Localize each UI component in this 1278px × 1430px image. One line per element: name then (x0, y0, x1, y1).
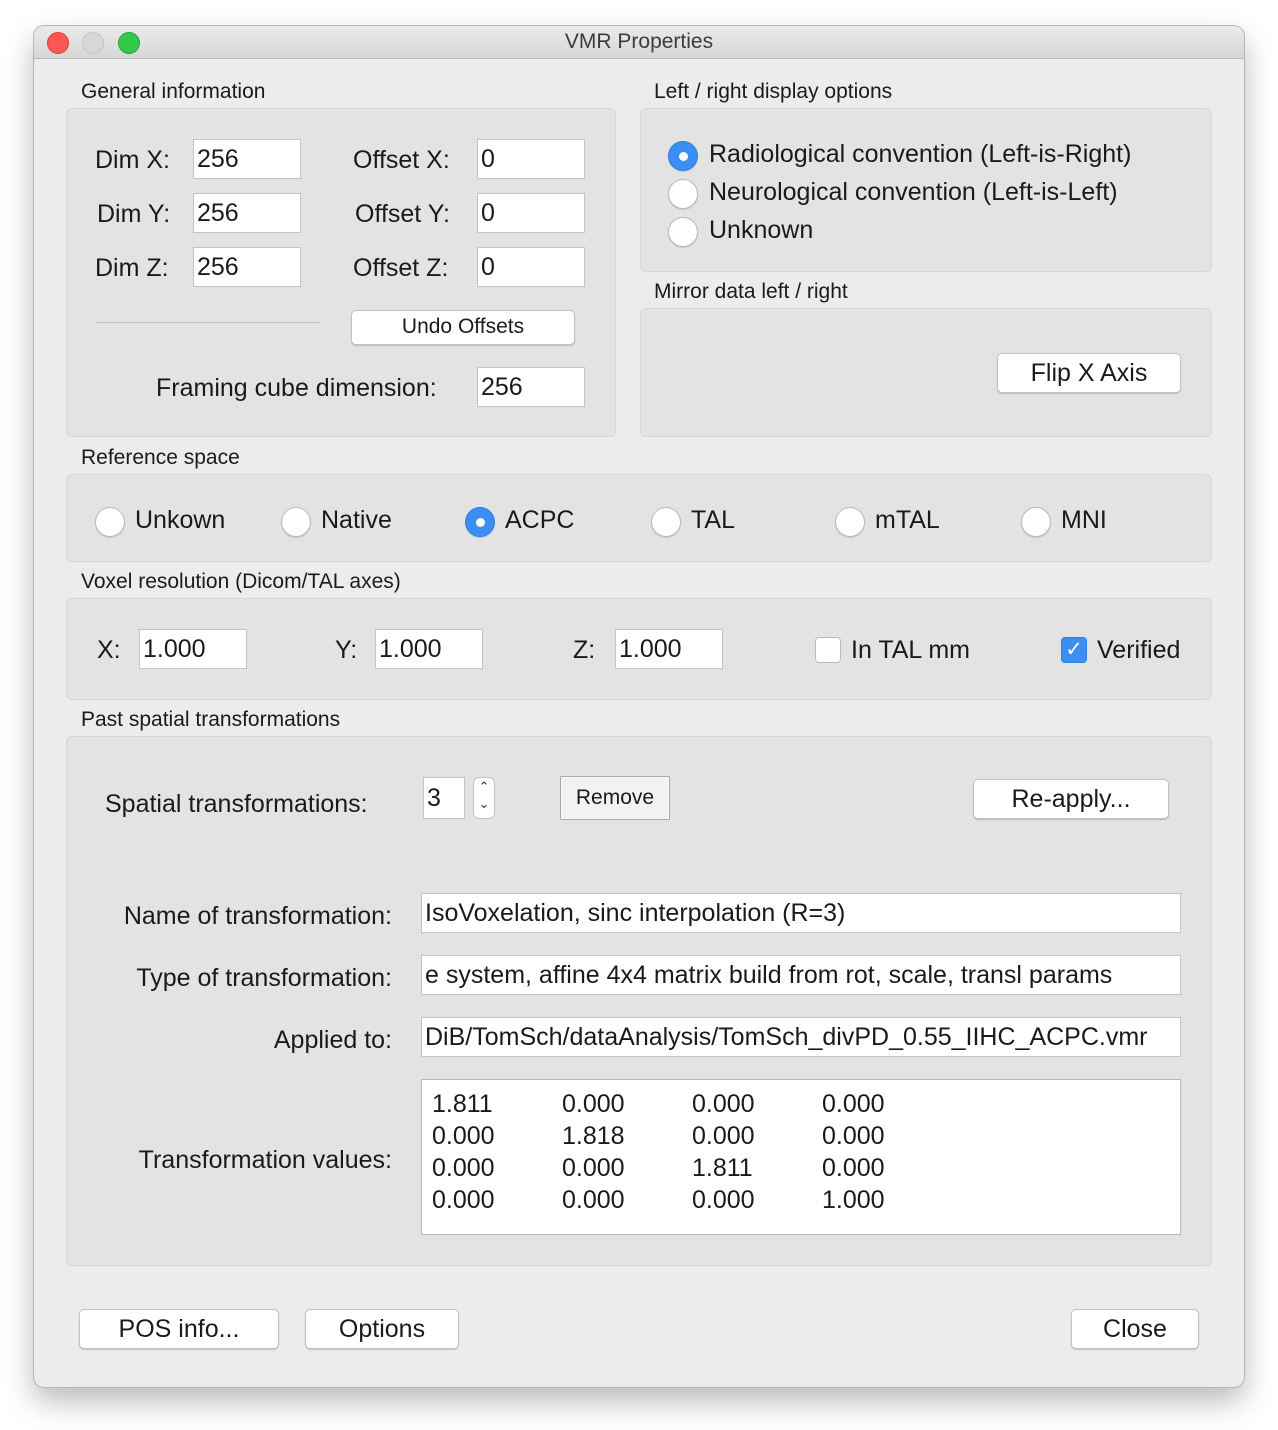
radiological-label[interactable]: Radiological convention (Left-is-Right) (709, 140, 1131, 169)
ref-acpc-label[interactable]: ACPC (505, 506, 574, 535)
matrix-cell: 1.000 (822, 1186, 885, 1214)
voxel-x-label: X: (97, 636, 121, 664)
ref-acpc-radio[interactable] (465, 507, 495, 537)
general-information-heading: General information (81, 80, 266, 103)
in-tal-mm-label[interactable]: In TAL mm (851, 636, 970, 665)
count-stepper[interactable]: ⌃ ⌄ (473, 777, 495, 819)
neurological-radio[interactable] (668, 179, 698, 209)
ref-unkown-radio[interactable] (95, 507, 125, 537)
name-of-transformation-field[interactable]: IsoVoxelation, sinc interpolation (R=3) (421, 893, 1181, 933)
matrix-cell: 0.000 (562, 1090, 625, 1118)
dim-x-label: Dim X: (95, 146, 170, 174)
remove-button[interactable]: Remove (560, 776, 670, 820)
spatial-transformations-label: Spatial transformations: (105, 790, 368, 818)
past-transformations-heading: Past spatial transformations (81, 708, 341, 731)
offset-x-label: Offset X: (353, 146, 450, 174)
offset-x-field[interactable]: 0 (477, 139, 585, 179)
applied-to-field[interactable]: DiB/TomSch/dataAnalysis/TomSch_divPD_0.5… (421, 1017, 1181, 1057)
matrix-cell: 0.000 (822, 1154, 885, 1182)
offset-y-label: Offset Y: (355, 200, 450, 228)
matrix-cell: 1.811 (432, 1090, 493, 1118)
stepper-up-icon[interactable]: ⌃ (474, 778, 494, 795)
type-of-transformation-label: Type of transformation: (136, 964, 392, 992)
close-button[interactable]: Close (1071, 1309, 1199, 1349)
dim-z-label: Dim Z: (95, 254, 169, 282)
dim-x-field[interactable]: 256 (193, 139, 301, 179)
unknown-convention-label[interactable]: Unknown (709, 216, 813, 245)
verified-checkbox[interactable]: ✓ (1061, 637, 1087, 663)
transformation-values-matrix[interactable]: 1.811 0.000 0.000 0.000 0.000 1.818 0.00… (421, 1079, 1181, 1235)
verified-label[interactable]: Verified (1097, 636, 1180, 665)
mirror-data-heading: Mirror data left / right (654, 280, 848, 303)
mirror-data-group: Flip X Axis (640, 308, 1212, 437)
type-of-transformation-field[interactable]: e system, affine 4x4 matrix build from r… (421, 955, 1181, 995)
matrix-cell: 0.000 (822, 1090, 885, 1118)
applied-to-value: DiB/TomSch/dataAnalysis/TomSch_divPD_0.5… (425, 1023, 1148, 1051)
matrix-cell: 0.000 (432, 1186, 495, 1214)
title-bar[interactable]: VMR Properties (34, 26, 1244, 59)
neurological-label[interactable]: Neurological convention (Left-is-Left) (709, 178, 1118, 207)
vmr-properties-window: VMR Properties General information Dim X… (34, 26, 1244, 1387)
dim-y-label: Dim Y: (97, 200, 171, 228)
options-button[interactable]: Options (305, 1309, 459, 1349)
stepper-down-icon[interactable]: ⌄ (474, 795, 494, 812)
matrix-cell: 0.000 (562, 1154, 625, 1182)
matrix-cell: 1.818 (562, 1122, 625, 1150)
past-transformations-group: Spatial transformations: 3 ⌃ ⌄ Remove Re… (66, 736, 1212, 1266)
dim-y-field[interactable]: 256 (193, 193, 301, 233)
voxel-x-field[interactable]: 1.000 (139, 629, 247, 669)
ref-native-radio[interactable] (281, 507, 311, 537)
matrix-cell: 0.000 (562, 1186, 625, 1214)
voxel-resolution-group: X: 1.000 Y: 1.000 Z: 1.000 In TAL mm ✓ V… (66, 598, 1212, 700)
voxel-z-field[interactable]: 1.000 (615, 629, 723, 669)
ref-tal-radio[interactable] (651, 507, 681, 537)
matrix-cell: 0.000 (432, 1154, 495, 1182)
transformation-values-label: Transformation values: (138, 1146, 392, 1174)
name-of-transformation-label: Name of transformation: (123, 902, 392, 930)
ref-native-label[interactable]: Native (321, 506, 392, 535)
matrix-cell: 1.811 (692, 1154, 753, 1182)
ref-mtal-label[interactable]: mTAL (875, 506, 940, 535)
voxel-y-field[interactable]: 1.000 (375, 629, 483, 669)
spatial-transformations-count[interactable]: 3 (423, 777, 465, 819)
voxel-y-label: Y: (335, 636, 358, 664)
ref-tal-label[interactable]: TAL (691, 506, 735, 535)
undo-offsets-button[interactable]: Undo Offsets (351, 310, 575, 345)
unknown-convention-radio[interactable] (668, 217, 698, 247)
offset-y-field[interactable]: 0 (477, 193, 585, 233)
applied-to-label: Applied to: (273, 1026, 392, 1054)
window-title: VMR Properties (564, 30, 714, 53)
ref-unkown-label[interactable]: Unkown (135, 506, 225, 535)
voxel-z-label: Z: (573, 636, 596, 664)
matrix-cell: 0.000 (692, 1122, 755, 1150)
ref-mni-radio[interactable] (1021, 507, 1051, 537)
voxel-resolution-heading: Voxel resolution (Dicom/TAL axes) (81, 570, 401, 593)
radiological-radio[interactable] (668, 141, 698, 171)
offset-z-field[interactable]: 0 (477, 247, 585, 287)
framing-cube-field[interactable]: 256 (477, 367, 585, 407)
display-options-group: Radiological convention (Left-is-Right) … (640, 108, 1212, 272)
ref-mtal-radio[interactable] (835, 507, 865, 537)
matrix-cell: 0.000 (692, 1186, 755, 1214)
type-of-transformation-value: e system, affine 4x4 matrix build from r… (425, 961, 1113, 989)
matrix-cell: 0.000 (822, 1122, 885, 1150)
matrix-cell: 0.000 (432, 1122, 495, 1150)
flip-x-axis-button[interactable]: Flip X Axis (997, 353, 1181, 393)
reference-space-heading: Reference space (81, 446, 240, 469)
general-information-group: Dim X: 256 Dim Y: 256 Dim Z: 256 Offset … (66, 108, 616, 437)
pos-info-button[interactable]: POS info... (79, 1309, 279, 1349)
reference-space-group: Unkown Native ACPC TAL mTAL MNI (66, 474, 1212, 562)
general-separator (95, 322, 321, 323)
display-options-heading: Left / right display options (654, 80, 893, 103)
offset-z-label: Offset Z: (353, 254, 449, 282)
reapply-button[interactable]: Re-apply... (973, 779, 1169, 819)
ref-mni-label[interactable]: MNI (1061, 506, 1107, 535)
matrix-cell: 0.000 (692, 1090, 755, 1118)
dim-z-field[interactable]: 256 (193, 247, 301, 287)
framing-cube-label: Framing cube dimension: (156, 374, 437, 402)
in-tal-mm-checkbox[interactable] (815, 637, 841, 663)
